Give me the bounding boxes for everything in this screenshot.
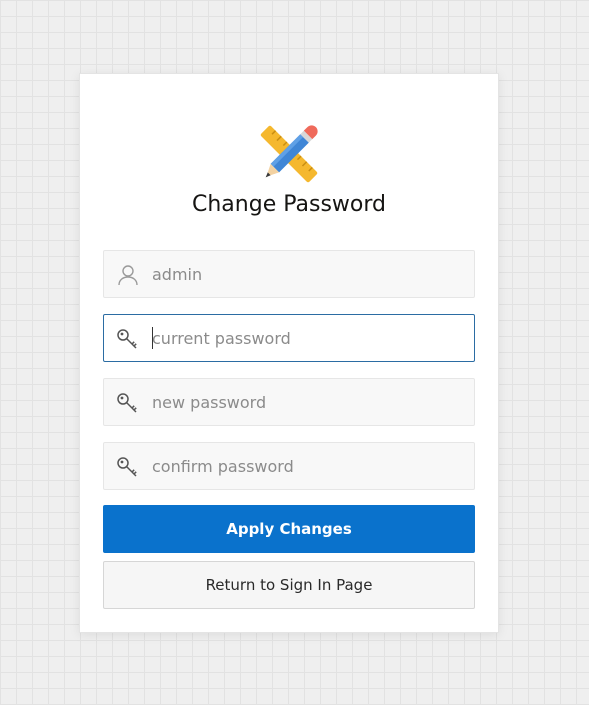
username-field[interactable] — [103, 250, 475, 298]
page-title: Change Password — [192, 192, 386, 217]
user-icon — [118, 265, 138, 286]
current-password-field[interactable] — [103, 314, 475, 362]
return-to-sign-in-button[interactable]: Return to Sign In Page — [103, 561, 475, 609]
key-icon — [117, 457, 137, 477]
confirm-password-input[interactable] — [152, 443, 462, 489]
username-input[interactable] — [152, 251, 462, 297]
current-password-input[interactable] — [152, 315, 462, 361]
key-icon — [117, 393, 137, 413]
text-caret — [152, 327, 153, 349]
confirm-password-field[interactable] — [103, 442, 475, 490]
change-password-card: Change Password admin Apply Changes Retu… — [79, 73, 499, 633]
key-icon — [117, 329, 137, 349]
apply-changes-button[interactable]: Apply Changes — [103, 505, 475, 553]
pencil-ruler-icon — [260, 125, 318, 183]
new-password-field[interactable] — [103, 378, 475, 426]
new-password-input[interactable] — [152, 379, 462, 425]
